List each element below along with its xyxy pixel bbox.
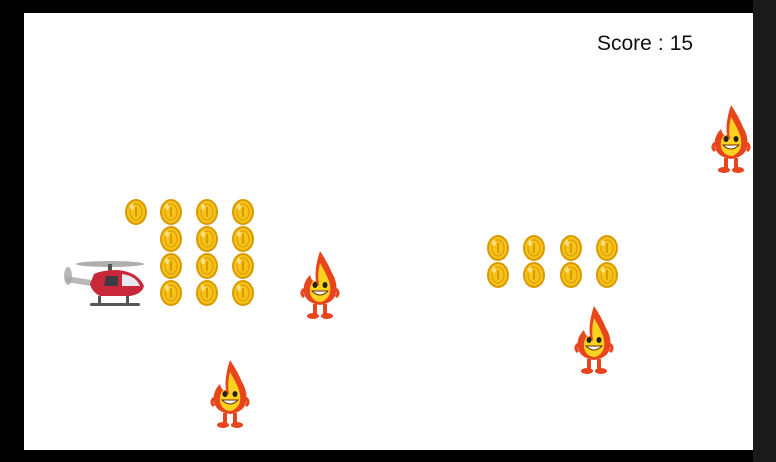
coin-icon	[559, 234, 583, 262]
fire-monster-icon	[208, 358, 252, 430]
fire-monster-icon	[709, 103, 753, 175]
coin-icon	[522, 261, 546, 289]
coin-icon	[595, 261, 619, 289]
coin-icon	[486, 234, 510, 262]
coin-icon	[195, 225, 219, 253]
window-edge	[753, 0, 776, 462]
coin-icon	[595, 234, 619, 262]
coin-icon	[231, 252, 255, 280]
score-value: 15	[669, 32, 694, 55]
coin-icon	[231, 225, 255, 253]
coin-icon	[486, 261, 510, 289]
coin-icon	[195, 252, 219, 280]
coin-icon	[522, 234, 546, 262]
coin-icon	[159, 198, 183, 226]
coin-icon	[124, 198, 148, 226]
coin-icon	[159, 279, 183, 307]
fire-monster-icon	[298, 249, 342, 321]
game-window: Score:15	[0, 0, 776, 462]
score-label: Score	[597, 32, 652, 55]
coin-icon	[159, 252, 183, 280]
coin-icon	[195, 198, 219, 226]
helicopter-icon	[64, 261, 144, 306]
score-separator: :	[657, 32, 664, 55]
coin-icon	[231, 198, 255, 226]
coin-icon	[159, 225, 183, 253]
coin-icon	[559, 261, 583, 289]
score-display: Score:15	[597, 32, 693, 56]
game-canvas[interactable]: Score:15	[24, 13, 753, 450]
coin-icon	[231, 279, 255, 307]
fire-monster-icon	[572, 304, 616, 376]
coin-icon	[195, 279, 219, 307]
